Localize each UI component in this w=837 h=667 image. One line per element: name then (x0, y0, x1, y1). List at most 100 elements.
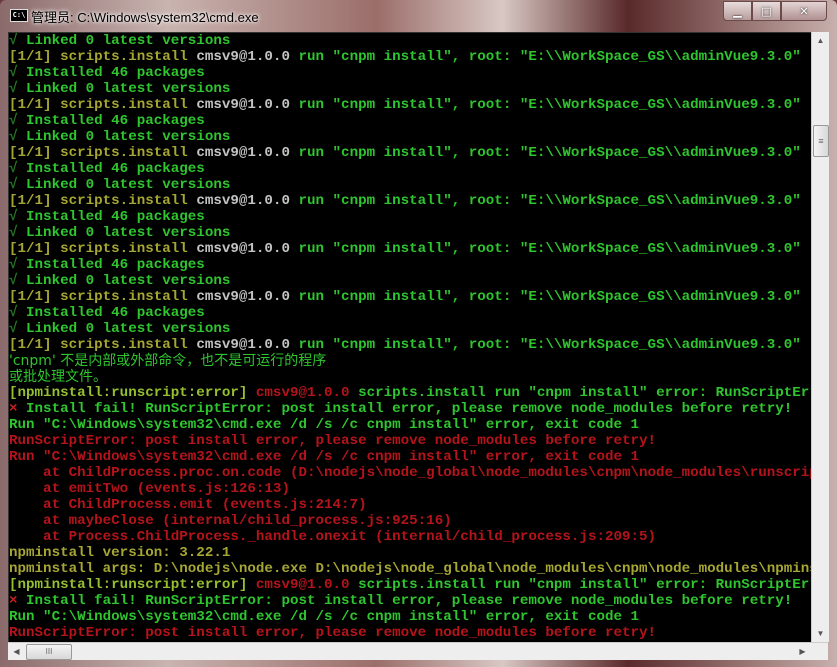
console-line: √ Linked 0 latest versions (9, 129, 811, 145)
console-line: Run "C:\Windows\system32\cmd.exe /d /s /… (9, 449, 811, 465)
console-line: √ Installed 46 packages (9, 209, 811, 225)
console-text: [1/1] scripts.install (9, 145, 197, 161)
minimize-button[interactable]: ▁ (723, 1, 752, 21)
console-text: Install fail! RunScriptError: post insta… (26, 593, 793, 609)
check-icon: √ (9, 129, 27, 145)
maximize-button[interactable]: □ (752, 1, 781, 21)
cross-icon: × (9, 401, 27, 417)
check-icon: √ (9, 273, 27, 289)
console-text: Linked 0 latest versions (26, 273, 231, 289)
cmd-app-icon[interactable]: C:\ (10, 9, 28, 22)
console-text: run "cnpm install", root: "E:\\WorkSpace… (298, 193, 801, 209)
console-output[interactable]: √ Linked 0 latest versions [1/1] scripts.… (8, 32, 812, 644)
console-text: Run "C:\Windows\system32\cmd.exe /d /s /… (9, 449, 640, 465)
console-text: 或批处理文件。 (9, 369, 107, 385)
console-text: Linked 0 latest versions (26, 177, 231, 193)
console-text: Installed 46 packages (26, 113, 205, 129)
console-text: [1/1] scripts.install (9, 337, 197, 353)
console-text: 'cnpm' 不是内部或外部命令，也不是可运行的程序 (9, 353, 327, 369)
console-text: Linked 0 latest versions (26, 81, 231, 97)
console-text: Linked 0 latest versions (26, 321, 231, 337)
console-line: √ Linked 0 latest versions (9, 225, 811, 241)
cross-icon: × (9, 593, 27, 609)
console-line: RunScriptError: post install error, plea… (9, 433, 811, 449)
console-text: RunScriptError: post install error, plea… (9, 433, 657, 449)
check-icon: √ (9, 33, 27, 49)
console-line: [1/1] scripts.install cmsv9@1.0.0 run "c… (9, 49, 811, 65)
console-text: Run "C:\Windows\system32\cmd.exe /d /s /… (9, 417, 640, 433)
check-icon: √ (9, 65, 27, 81)
console-line: at ChildProcess.emit (events.js:214:7) (9, 497, 811, 513)
console-text: [1/1] scripts.install (9, 97, 197, 113)
check-icon: √ (9, 225, 27, 241)
console-text: npminstall version: 3.22.1 (9, 545, 231, 561)
console-line: √ Linked 0 latest versions (9, 321, 811, 337)
scroll-left-arrow-icon[interactable]: ◀ (8, 643, 25, 660)
console-line: [1/1] scripts.install cmsv9@1.0.0 run "c… (9, 337, 811, 353)
console-text: [1/1] scripts.install (9, 241, 197, 257)
console-text: [1/1] scripts.install (9, 289, 197, 305)
console-text: [npminstall:runscript:error] (9, 577, 256, 593)
check-icon: √ (9, 257, 27, 273)
console-text: at ChildProcess.proc.on.code (D:\nodejs\… (9, 465, 812, 481)
console-text: run "cnpm install", root: "E:\\WorkSpace… (298, 241, 801, 257)
console-text: Installed 46 packages (26, 209, 205, 225)
vertical-scrollbar[interactable]: ▲ ≡ ▼ (811, 32, 829, 642)
console-text: run "cnpm install", root: "E:\\WorkSpace… (298, 145, 801, 161)
console-text: Installed 46 packages (26, 65, 205, 81)
horizontal-scrollbar[interactable]: ◀ III ▶ (8, 642, 828, 660)
console-line: npminstall version: 3.22.1 (9, 545, 811, 561)
console-text: Linked 0 latest versions (26, 33, 231, 49)
console-line: [1/1] scripts.install cmsv9@1.0.0 run "c… (9, 289, 811, 305)
console-line: at maybeClose (internal/child_process.js… (9, 513, 811, 529)
console-line: √ Installed 46 packages (9, 161, 811, 177)
console-line: [npminstall:runscript:error] cmsv9@1.0.0… (9, 577, 811, 593)
console-text: cmsv9@1.0.0 (255, 577, 359, 593)
scroll-down-arrow-icon[interactable]: ▼ (812, 625, 829, 642)
console-line: at ChildProcess.proc.on.code (D:\nodejs\… (9, 465, 811, 481)
check-icon: √ (9, 177, 27, 193)
console-text: cmsv9@1.0.0 (196, 97, 299, 113)
close-button[interactable]: ✕ (781, 1, 827, 21)
console-text: cmsv9@1.0.0 (255, 385, 359, 401)
console-line: √ Linked 0 latest versions (9, 81, 811, 97)
console-line: √ Installed 46 packages (9, 113, 811, 129)
console-text: at maybeClose (internal/child_process.js… (9, 513, 452, 529)
console-text: Installed 46 packages (26, 305, 205, 321)
console-text: at Process.ChildProcess._handle.onexit (… (9, 529, 657, 545)
console-line: [1/1] scripts.install cmsv9@1.0.0 run "c… (9, 241, 811, 257)
console-text: scripts.install run "cnpm install" error… (358, 577, 812, 593)
console-line: √ Linked 0 latest versions (9, 273, 811, 289)
console-text: at emitTwo (events.js:126:13) (9, 481, 290, 497)
console-text: [1/1] scripts.install (9, 193, 197, 209)
console-text: Linked 0 latest versions (26, 129, 231, 145)
console-text: run "cnpm install", root: "E:\\WorkSpace… (298, 49, 801, 65)
console-line: Run "C:\Windows\system32\cmd.exe /d /s /… (9, 609, 811, 625)
title-bar[interactable]: C:\ 管理员: C:\Windows\system32\cmd.exe ▁ □… (0, 0, 837, 30)
horizontal-scroll-thumb[interactable]: III (26, 644, 72, 660)
console-text: [1/1] scripts.install (9, 49, 197, 65)
console-text: Linked 0 latest versions (26, 225, 231, 241)
console-line: Run "C:\Windows\system32\cmd.exe /d /s /… (9, 417, 811, 433)
console-text: npminstall args: D:\nodejs\node.exe D:\n… (9, 561, 812, 577)
console-text: cmsv9@1.0.0 (196, 49, 299, 65)
console-text: [npminstall:runscript:error] (9, 385, 256, 401)
console-line: [1/1] scripts.install cmsv9@1.0.0 run "c… (9, 145, 811, 161)
console-line: at emitTwo (events.js:126:13) (9, 481, 811, 497)
check-icon: √ (9, 113, 27, 129)
console-line: [1/1] scripts.install cmsv9@1.0.0 run "c… (9, 97, 811, 113)
check-icon: √ (9, 209, 27, 225)
console-text: run "cnpm install", root: "E:\\WorkSpace… (298, 289, 801, 305)
console-line: √ Installed 46 packages (9, 257, 811, 273)
console-text: run "cnpm install", root: "E:\\WorkSpace… (298, 97, 801, 113)
console-line: × Install fail! RunScriptError: post ins… (9, 401, 811, 417)
check-icon: √ (9, 81, 27, 97)
vertical-scroll-thumb[interactable]: ≡ (813, 125, 829, 157)
scroll-up-arrow-icon[interactable]: ▲ (812, 32, 829, 49)
console-line: √ Linked 0 latest versions (9, 33, 811, 49)
check-icon: √ (9, 161, 27, 177)
console-line: √ Installed 46 packages (9, 305, 811, 321)
scroll-right-arrow-icon[interactable]: ▶ (794, 643, 811, 660)
console-line: RunScriptError: post install error, plea… (9, 625, 811, 641)
console-text: Install fail! RunScriptError: post insta… (26, 401, 793, 417)
